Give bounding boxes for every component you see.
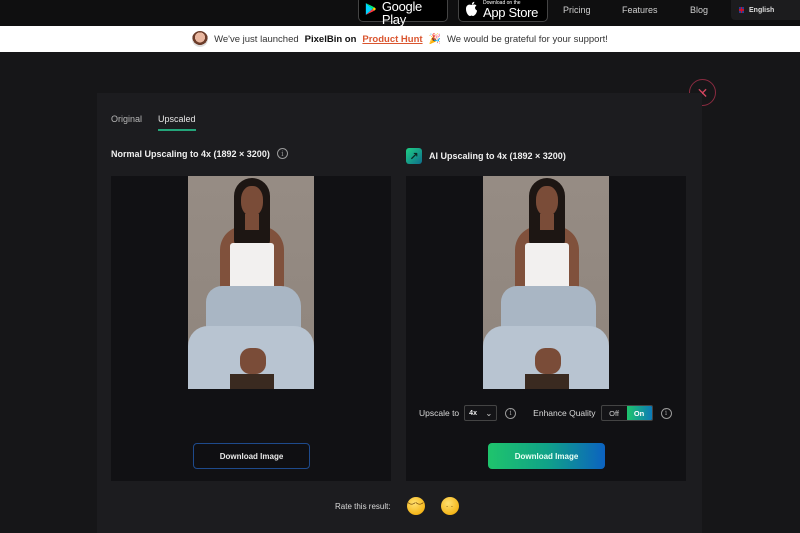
app-store-button[interactable]: Download on the App Store bbox=[458, 0, 548, 22]
toggle-off[interactable]: Off bbox=[602, 406, 627, 420]
normal-upscale-panel: Download Image bbox=[111, 176, 391, 481]
normal-upscale-title: Normal Upscaling to 4x (1892 × 3200) i bbox=[111, 148, 288, 159]
nav-pricing[interactable]: Pricing bbox=[563, 5, 591, 15]
banner-suffix: We would be grateful for your support! bbox=[447, 33, 608, 45]
google-play-button[interactable]: GET IT ON Google Play bbox=[358, 0, 448, 26]
app-store-label: App Store bbox=[483, 5, 539, 20]
ai-upscaled-image bbox=[483, 176, 609, 389]
ai-upscale-title-text: AI Upscaling to 4x (1892 × 3200) bbox=[429, 151, 566, 161]
upscale-factor-value: 4x bbox=[469, 409, 477, 417]
nav-features[interactable]: Features bbox=[622, 5, 658, 15]
download-normal-button[interactable]: Download Image bbox=[193, 443, 310, 469]
ai-upscale-panel: Upscale to 4x ⌄ i Enhance Quality Off On… bbox=[406, 176, 686, 481]
announcement-banner: We've just launched PixelBin on Product … bbox=[0, 26, 800, 52]
tab-original[interactable]: Original bbox=[111, 114, 142, 131]
party-popper-icon: 🎉 bbox=[428, 33, 442, 45]
banner-prefix: We've just launched bbox=[214, 33, 299, 45]
info-icon[interactable]: i bbox=[276, 148, 288, 159]
language-selector[interactable]: English ⌄ bbox=[731, 0, 800, 20]
upscale-result-modal: Original Upscaled Normal Upscaling to 4x… bbox=[97, 93, 702, 533]
normal-upscaled-image bbox=[188, 176, 314, 389]
language-label: English bbox=[749, 6, 775, 14]
product-hunt-link[interactable]: Product Hunt bbox=[362, 34, 422, 45]
neutral-face-icon[interactable]: · · bbox=[440, 497, 459, 515]
google-play-icon bbox=[365, 3, 376, 15]
enhance-quality-label: Enhance Quality bbox=[533, 408, 596, 418]
ai-upscale-title: ↗ AI Upscaling to 4x (1892 × 3200) bbox=[406, 148, 566, 164]
normal-upscale-title-text: Normal Upscaling to 4x (1892 × 3200) bbox=[111, 148, 270, 159]
upscale-factor-select[interactable]: 4x ⌄ bbox=[464, 405, 498, 421]
pensive-face-icon[interactable]: ︶︶ bbox=[406, 497, 425, 515]
download-ai-button[interactable]: Download Image bbox=[488, 443, 605, 469]
enhance-quality-toggle[interactable]: Off On bbox=[600, 405, 653, 421]
top-navbar: GET IT ON Google Play Download on the Ap… bbox=[0, 0, 800, 26]
ai-upscale-icon: ↗ bbox=[406, 148, 422, 164]
chevron-down-icon: ⌄ bbox=[485, 408, 493, 418]
banner-brand: PixelBin on bbox=[304, 33, 357, 45]
google-play-label: Google Play bbox=[381, 0, 422, 27]
uk-flag-icon bbox=[739, 7, 745, 13]
avatar-icon bbox=[192, 31, 209, 47]
apple-icon bbox=[466, 1, 477, 16]
nav-blog[interactable]: Blog bbox=[690, 5, 708, 15]
toggle-on[interactable]: On bbox=[626, 406, 652, 420]
info-icon[interactable]: i bbox=[660, 407, 672, 419]
tab-upscaled[interactable]: Upscaled bbox=[158, 114, 196, 131]
rate-label: Rate this result: bbox=[335, 501, 391, 511]
upscale-to-label: Upscale to bbox=[419, 408, 460, 418]
view-tabs: Original Upscaled bbox=[111, 114, 196, 131]
info-icon[interactable]: i bbox=[505, 407, 517, 419]
ai-controls: Upscale to 4x ⌄ i Enhance Quality Off On… bbox=[419, 405, 672, 421]
rating-row: Rate this result: ︶︶ · · bbox=[335, 497, 459, 515]
